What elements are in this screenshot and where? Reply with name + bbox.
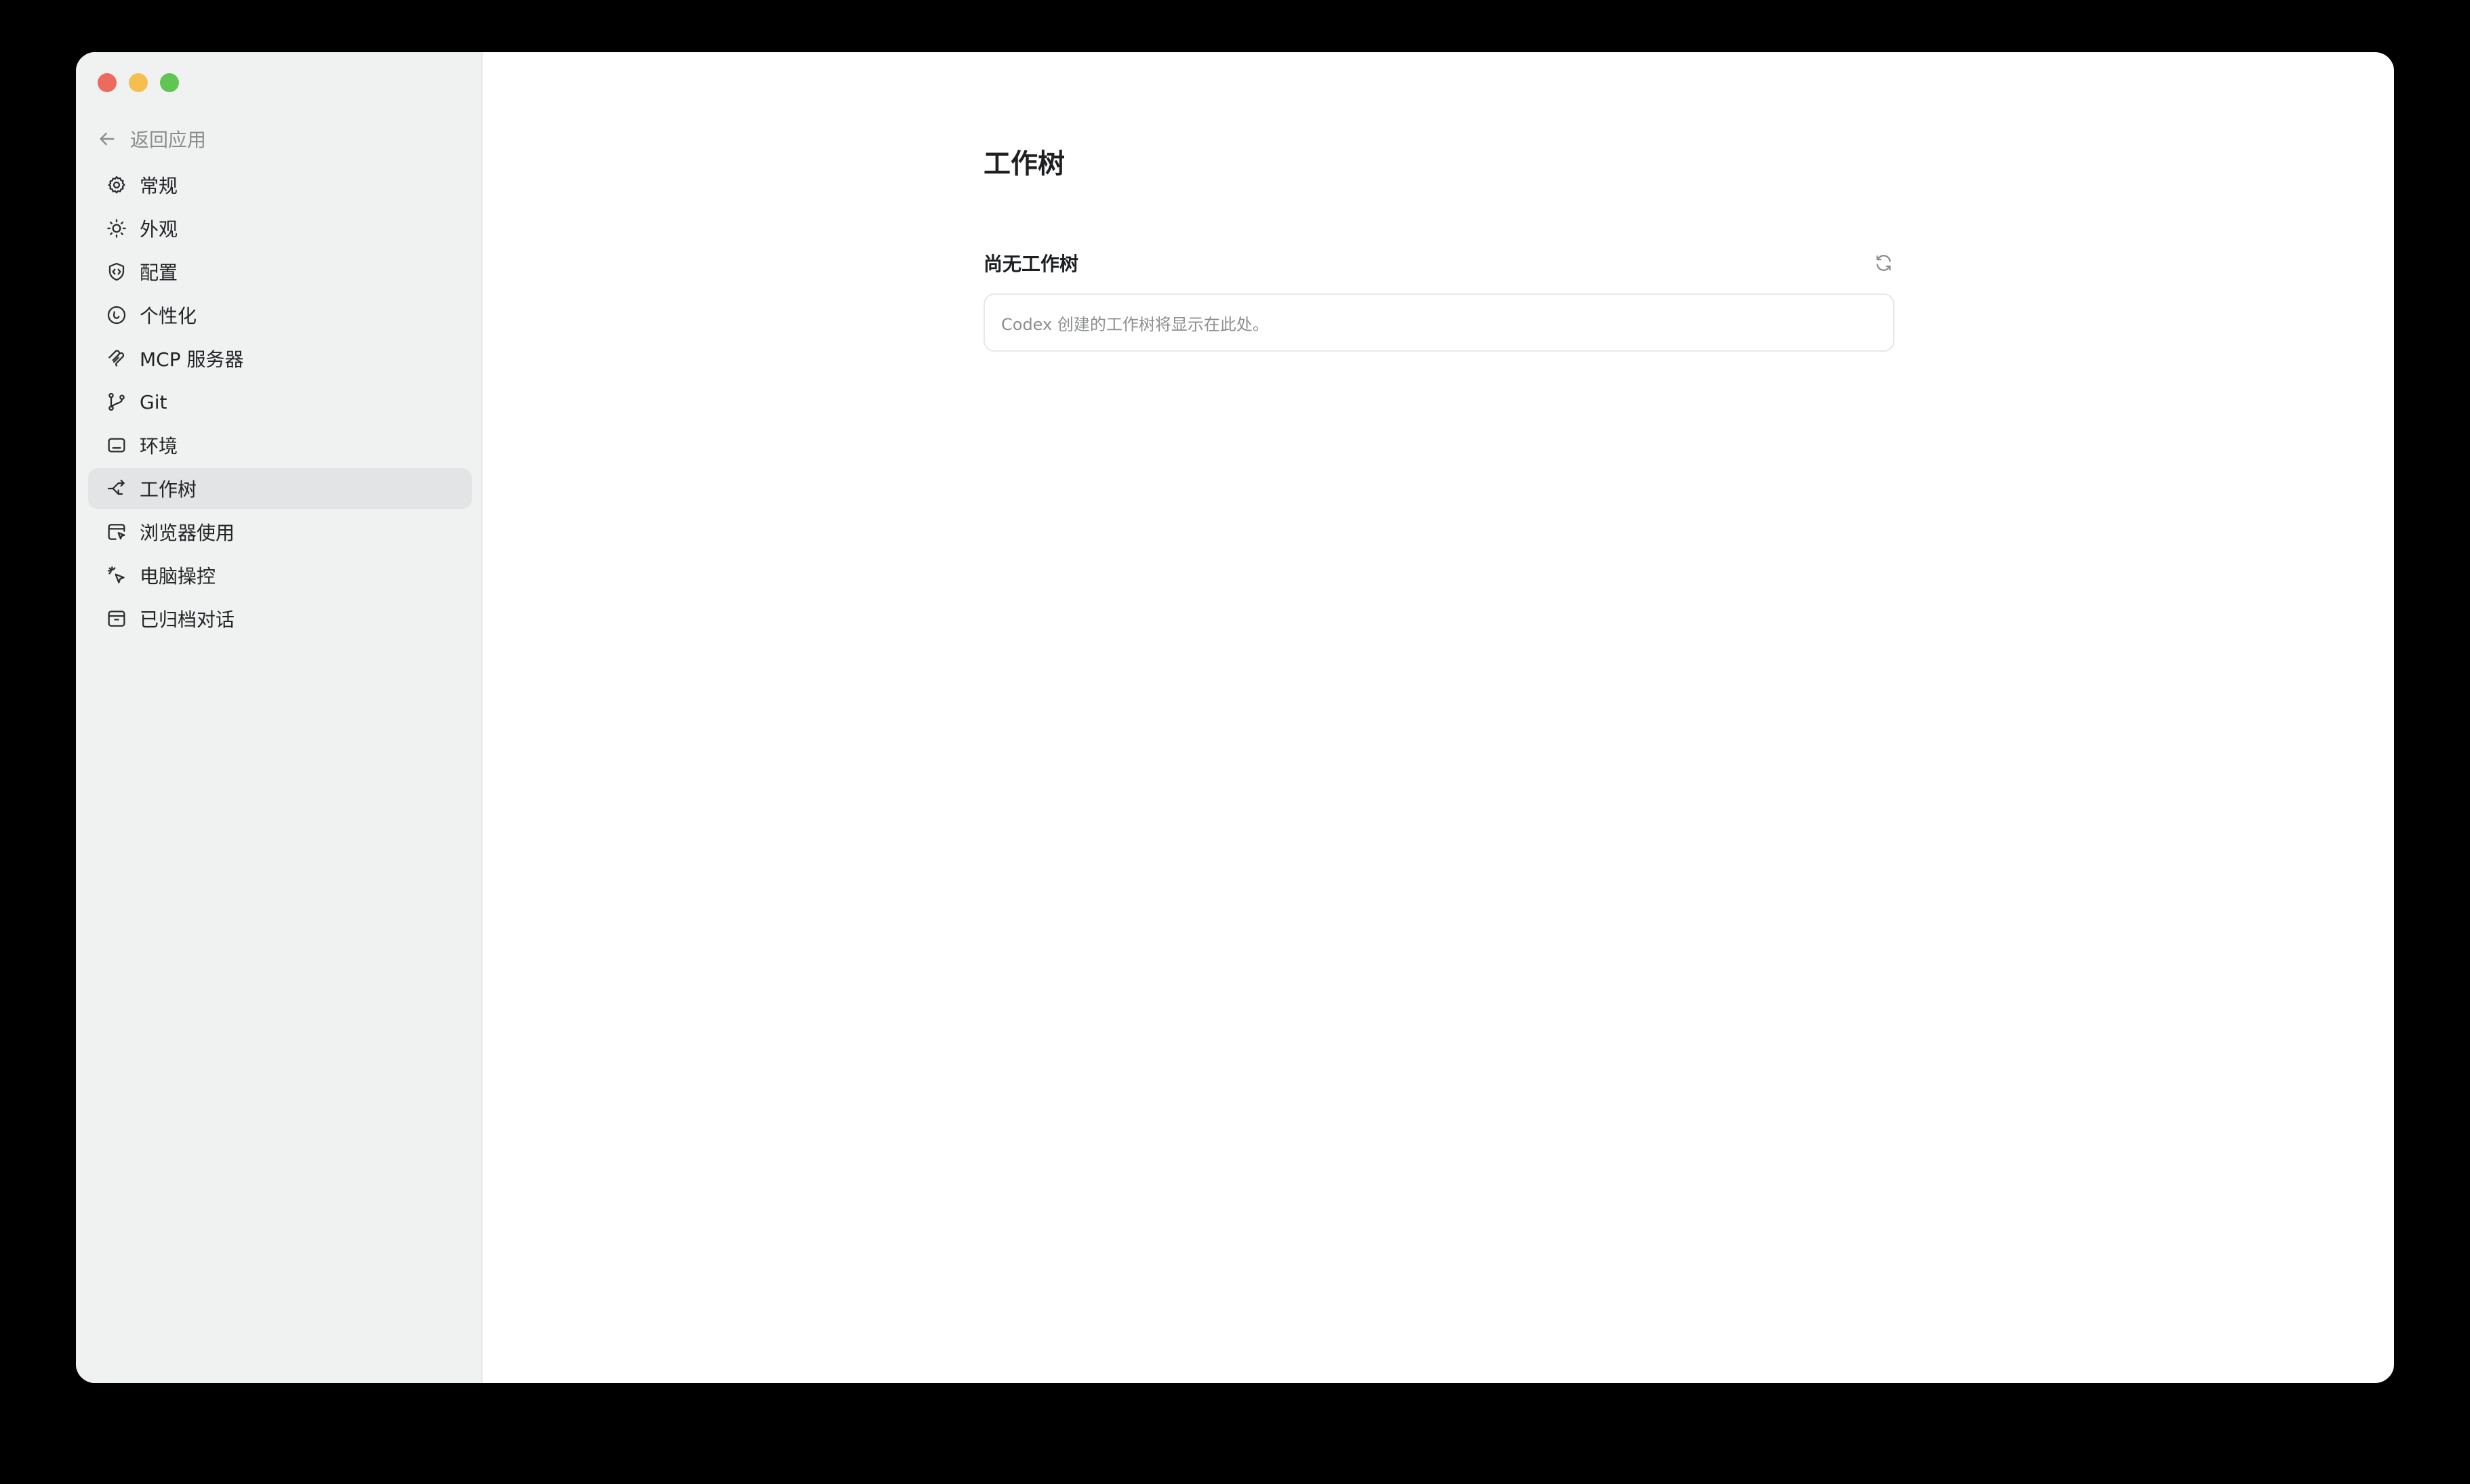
empty-worktrees-card: Codex 创建的工作树将显示在此处。 xyxy=(984,293,1895,352)
worktrees-settings-panel: 工作树 尚无工作树 Codex 创建的工作树将显示在此处。 xyxy=(483,52,2394,1383)
back-to-app-link[interactable]: 返回应用 xyxy=(96,119,206,159)
settings-nav: 常规 外观 配置 个性化 MCP 服务器 Git 环境 工作树 浏览器使用 电脑… xyxy=(88,165,472,642)
gear-icon xyxy=(106,174,127,196)
sidebar-item-label: 已归档对话 xyxy=(140,609,235,631)
refresh-icon xyxy=(1876,255,1891,271)
app-window: 返回应用 常规 外观 配置 个性化 MCP 服务器 Git 环境 工作树 浏览器… xyxy=(76,52,2394,1383)
smile-icon xyxy=(106,304,127,326)
minimize-window-button[interactable] xyxy=(129,73,148,92)
sidebar-item-computer-use[interactable]: 电脑操控 xyxy=(88,555,472,596)
sidebar-item-label: 个性化 xyxy=(140,305,197,327)
shield-code-icon xyxy=(106,261,127,283)
empty-state-message: Codex 创建的工作树将显示在此处。 xyxy=(1001,314,1269,334)
refresh-button[interactable] xyxy=(1869,248,1899,278)
sidebar-item-personalization[interactable]: 个性化 xyxy=(88,295,472,335)
mcp-icon xyxy=(106,348,127,369)
sidebar-item-config[interactable]: 配置 xyxy=(88,251,472,292)
sidebar-item-label: 环境 xyxy=(140,435,178,457)
archive-icon xyxy=(106,608,127,630)
sidebar-item-label: MCP 服务器 xyxy=(140,348,244,371)
window-controls xyxy=(98,73,179,92)
worktree-icon xyxy=(106,478,127,499)
section-title: 尚无工作树 xyxy=(984,253,1079,275)
sidebar-item-git[interactable]: Git xyxy=(88,382,472,422)
sidebar-item-environment[interactable]: 环境 xyxy=(88,425,472,466)
sun-icon xyxy=(106,218,127,239)
sidebar-item-appearance[interactable]: 外观 xyxy=(88,208,472,249)
sidebar-item-archived-chats[interactable]: 已归档对话 xyxy=(88,598,472,639)
worktrees-section-header: 尚无工作树 xyxy=(984,246,1895,280)
sidebar-item-label: 工作树 xyxy=(140,478,197,501)
browser-cursor-icon xyxy=(106,521,127,543)
sidebar-item-browser-use[interactable]: 浏览器使用 xyxy=(88,512,472,552)
arrow-left-icon xyxy=(96,128,118,150)
zoom-window-button[interactable] xyxy=(160,73,179,92)
sidebar-item-label: 外观 xyxy=(140,218,178,241)
sidebar-item-label: 浏览器使用 xyxy=(140,522,235,544)
sidebar-item-mcp-servers[interactable]: MCP 服务器 xyxy=(88,338,472,379)
sidebar-item-label: 电脑操控 xyxy=(140,565,216,588)
sidebar-item-worktrees[interactable]: 工作树 xyxy=(88,468,472,509)
pointer-sparkle-icon xyxy=(106,564,127,586)
back-to-app-label: 返回应用 xyxy=(130,129,207,151)
sidebar-item-general[interactable]: 常规 xyxy=(88,165,472,205)
git-branch-icon xyxy=(106,391,127,413)
terminal-icon xyxy=(106,434,127,456)
page-title: 工作树 xyxy=(984,148,1065,180)
sidebar-item-label: Git xyxy=(140,390,167,413)
close-window-button[interactable] xyxy=(98,73,117,92)
sidebar-item-label: 配置 xyxy=(140,262,178,284)
settings-sidebar: 返回应用 常规 外观 配置 个性化 MCP 服务器 Git 环境 工作树 浏览器… xyxy=(76,52,483,1383)
sidebar-item-label: 常规 xyxy=(140,175,178,197)
